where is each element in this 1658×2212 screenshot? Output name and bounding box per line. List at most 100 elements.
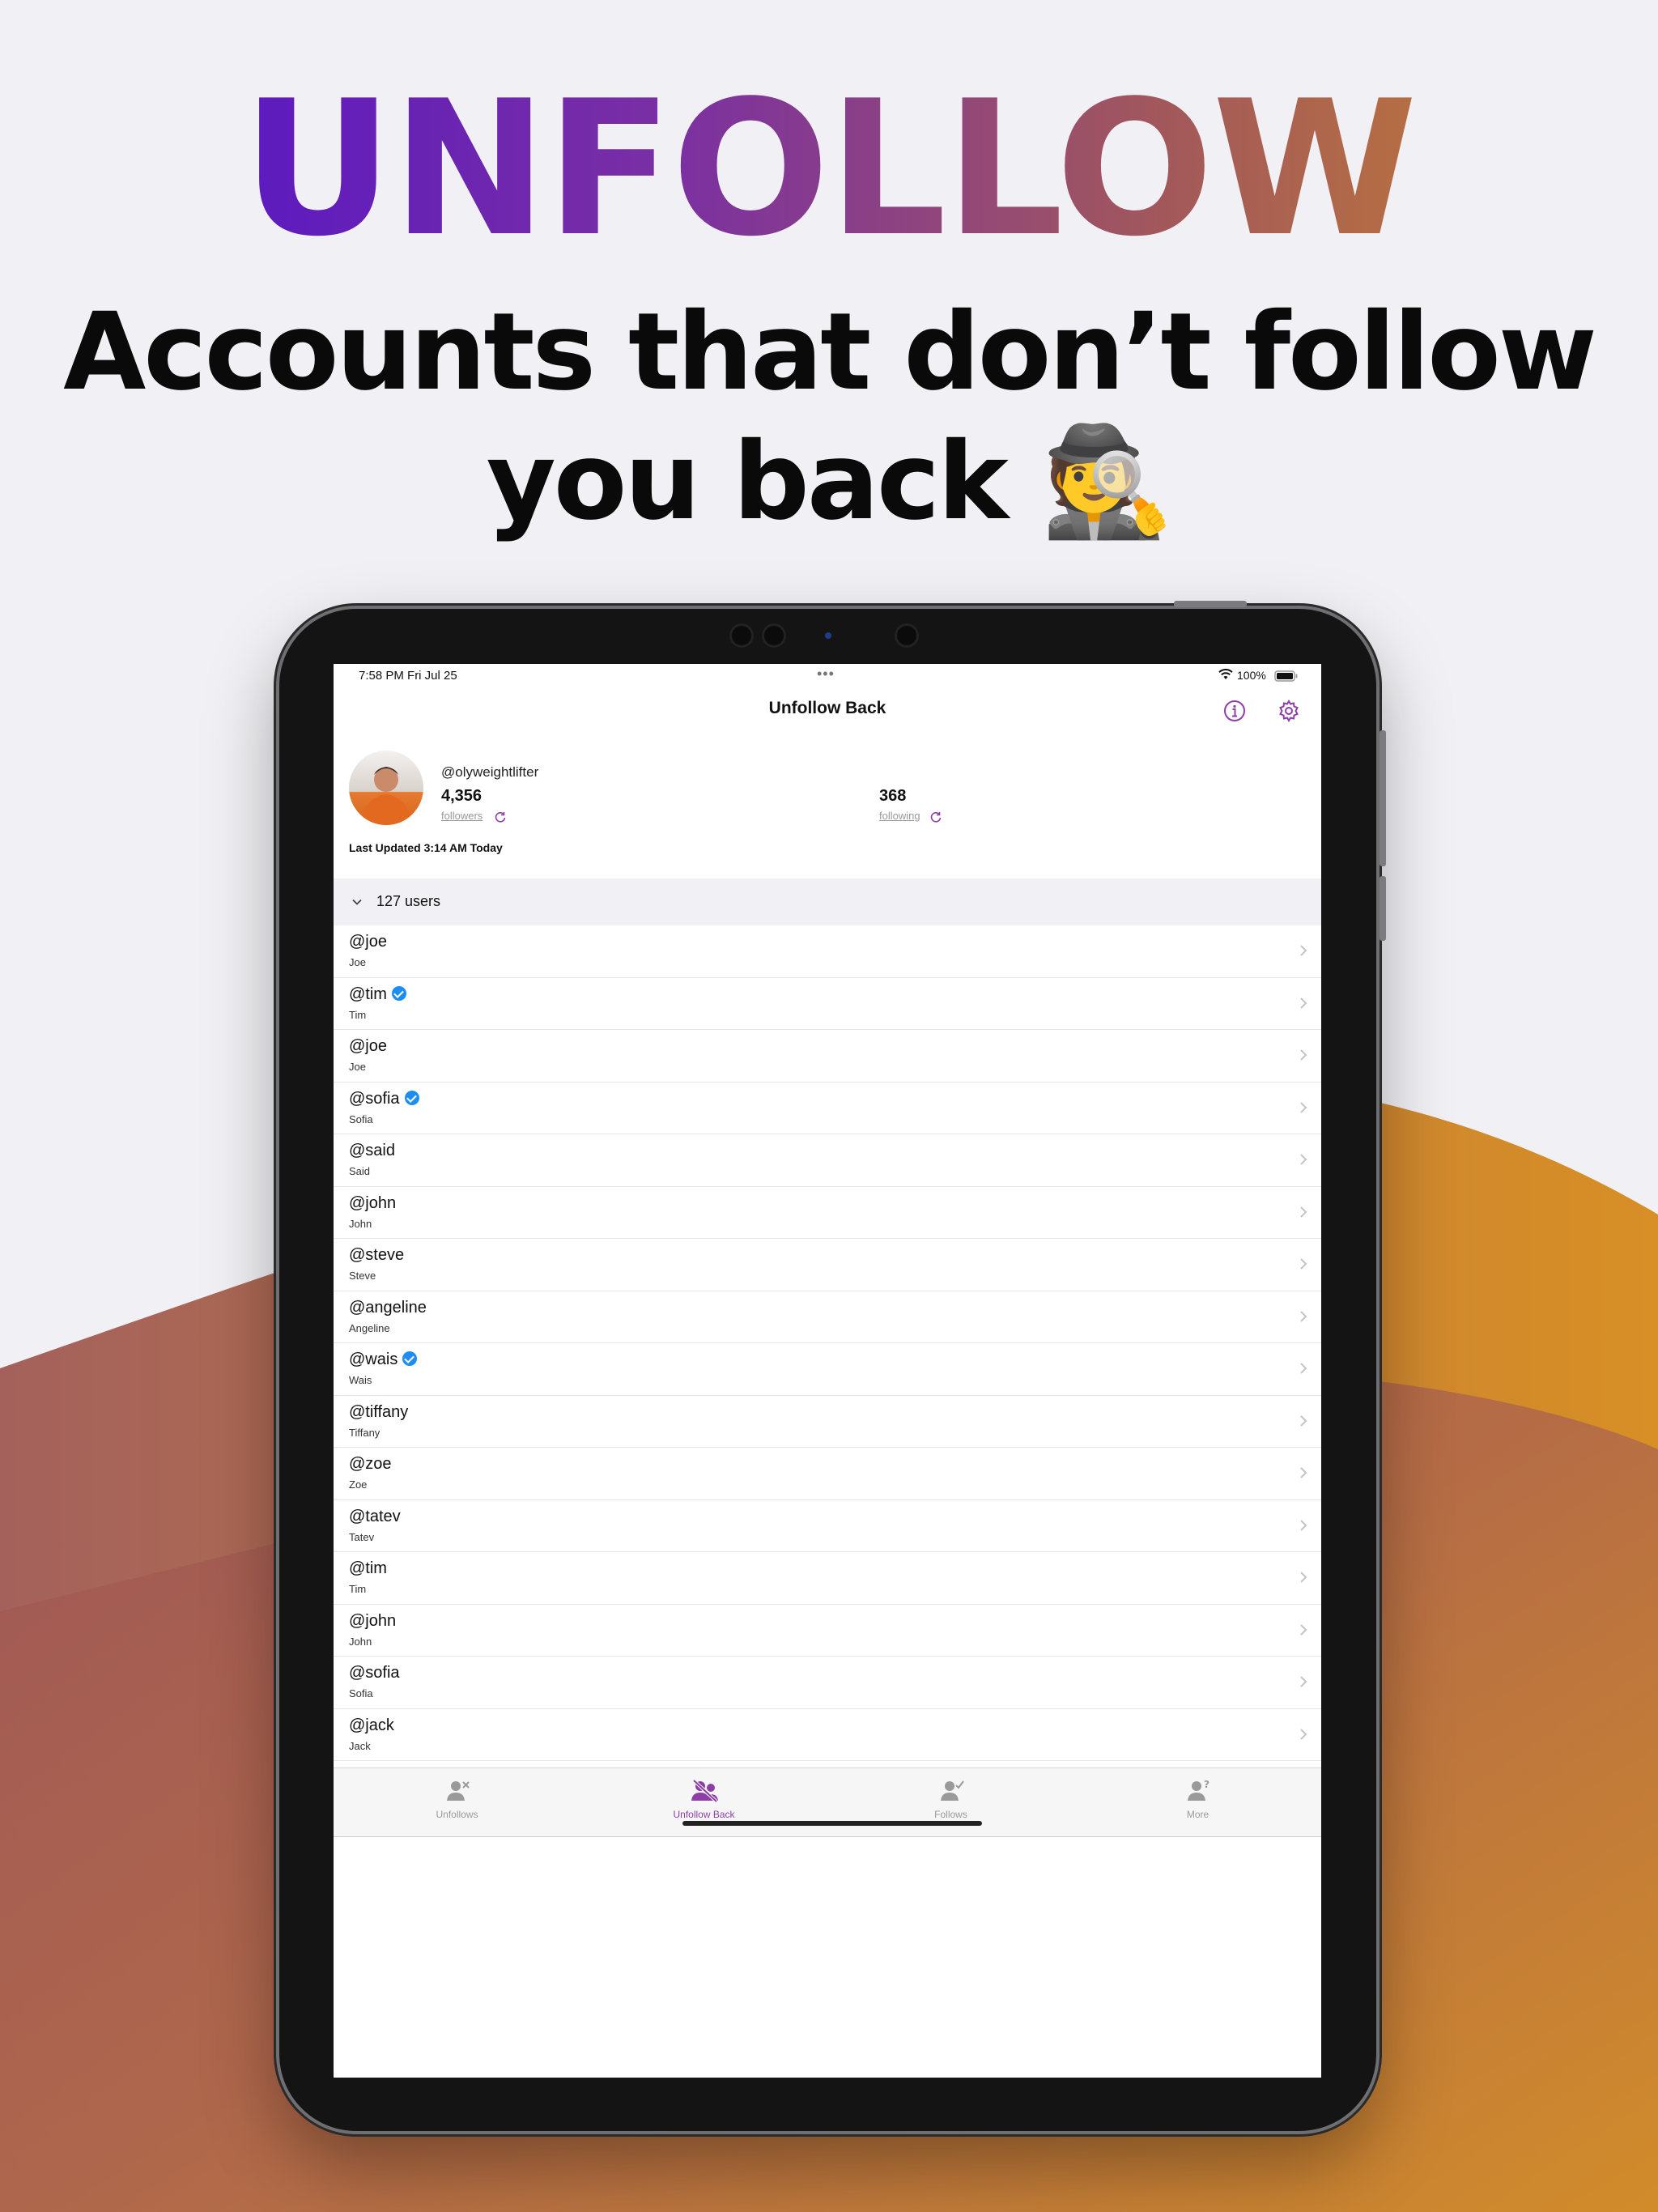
user-handle: @tiffany — [349, 1403, 408, 1422]
tab-unfollows[interactable]: Unfollows — [334, 1768, 580, 1836]
user-display-name: Said — [349, 1165, 371, 1177]
headline-subtitle-line2: you back 🕵️ — [486, 419, 1175, 544]
chevron-right-icon — [1300, 1676, 1307, 1687]
list-item[interactable]: @joe Joe — [334, 925, 1321, 978]
user-handle: @jack — [349, 1716, 394, 1735]
volume-down-button — [1380, 876, 1386, 941]
tab-label: Unfollows — [436, 1809, 478, 1820]
user-handle-text: @joe — [349, 933, 387, 951]
tab-follows[interactable]: Follows — [827, 1768, 1074, 1836]
user-display-name: Joe — [349, 1061, 366, 1073]
user-handle-text: @tim — [349, 1559, 387, 1577]
user-handle: @john — [349, 1612, 396, 1631]
tab-unfollow-back[interactable]: Unfollow Back — [580, 1768, 827, 1836]
refresh-icon[interactable] — [494, 810, 507, 823]
user-handle-text: @zoe — [349, 1455, 392, 1473]
tab-label: Unfollow Back — [673, 1809, 735, 1820]
user-list[interactable]: @joe Joe @tim Tim @joe Joe @sofia Sofia … — [334, 925, 1321, 1767]
list-item[interactable]: @sofia Sofia — [334, 1657, 1321, 1709]
chevron-right-icon — [1300, 997, 1307, 1009]
followers-link[interactable]: followers — [441, 810, 483, 822]
user-display-name: John — [349, 1217, 372, 1230]
user-handle-text: @steve — [349, 1246, 405, 1264]
user-handle: @joe — [349, 1037, 387, 1056]
user-display-name: Tiffany — [349, 1426, 380, 1439]
following-link[interactable]: following — [879, 810, 920, 822]
user-display-name: Steve — [349, 1270, 376, 1282]
user-handle-text: @tiffany — [349, 1402, 409, 1421]
last-updated: Last Updated 3:14 AM Today — [349, 841, 503, 854]
user-display-name: Tim — [349, 1583, 367, 1595]
user-handle: @wais — [349, 1351, 418, 1369]
list-item[interactable]: @sofia Sofia — [334, 1083, 1321, 1134]
home-indicator[interactable] — [682, 1821, 982, 1826]
user-display-name: John — [349, 1635, 372, 1648]
gear-icon[interactable] — [1277, 699, 1301, 723]
chevron-right-icon — [1300, 1467, 1307, 1478]
list-item[interactable]: @tim Tim — [334, 978, 1321, 1030]
list-item[interactable]: @john John — [334, 1187, 1321, 1239]
tab-more[interactable]: ? More — [1074, 1768, 1321, 1836]
status-time: 7:58 PM Fri Jul 25 — [359, 669, 457, 683]
chevron-right-icon — [1300, 1572, 1307, 1583]
user-display-name: Tim — [349, 1008, 367, 1021]
chevron-right-icon — [1300, 1414, 1307, 1427]
list-item[interactable]: @joe Joe — [334, 1030, 1321, 1083]
list-item[interactable]: @zoe Zoe — [334, 1448, 1321, 1500]
chevron-right-icon — [1300, 1728, 1307, 1740]
user-handle: @sofia — [349, 1664, 400, 1682]
user-handle-text: @john — [349, 1611, 397, 1630]
headline-subtitle: Accounts that don’t follow you back 🕵️ — [0, 287, 1658, 547]
following-count: 368 — [879, 787, 907, 805]
chevron-right-icon — [1300, 1519, 1307, 1531]
ipad-device: 7:58 PM Fri Jul 25 ••• 100% Unfollow Bac… — [279, 601, 1386, 2131]
person-check-icon — [941, 1780, 964, 1801]
user-handle-text: @sofia — [349, 1664, 400, 1682]
user-handle: @angeline — [349, 1299, 427, 1317]
camera-icon — [825, 632, 831, 639]
user-count: 127 users — [376, 893, 441, 909]
info-icon[interactable] — [1222, 699, 1247, 723]
user-handle-text: @jack — [349, 1716, 394, 1734]
profile-username: @olyweightlifter — [441, 764, 539, 780]
list-item[interactable]: @tim Tim — [334, 1552, 1321, 1605]
list-item[interactable]: @said Said — [334, 1134, 1321, 1187]
user-display-name: Wais — [349, 1374, 372, 1386]
chevron-right-icon — [1300, 945, 1307, 956]
chevron-right-icon — [1300, 1363, 1307, 1374]
list-item[interactable]: @tiffany Tiffany — [334, 1396, 1321, 1448]
list-item[interactable]: @wais Wais — [334, 1343, 1321, 1396]
chevron-right-icon — [1300, 1310, 1307, 1322]
user-handle-text: @said — [349, 1142, 395, 1159]
list-item[interactable]: @teddy Teddy — [334, 1761, 1321, 1767]
user-handle: @sofia — [349, 1090, 419, 1108]
list-item[interactable]: @angeline Angeline — [334, 1291, 1321, 1343]
user-handle-text: @tatev — [349, 1507, 401, 1525]
chevron-right-icon — [1300, 1206, 1307, 1218]
user-handle: @said — [349, 1142, 395, 1160]
list-item[interactable]: @steve Steve — [334, 1239, 1321, 1291]
user-display-name: Angeline — [349, 1321, 390, 1334]
chevron-right-icon — [1300, 1101, 1307, 1113]
chevron-down-icon — [352, 899, 362, 905]
top-button — [1174, 601, 1247, 607]
list-item[interactable]: @jack Jack — [334, 1709, 1321, 1761]
refresh-icon[interactable] — [929, 810, 942, 823]
battery-icon — [1274, 670, 1298, 682]
user-handle-text: @john — [349, 1193, 397, 1212]
list-item[interactable]: @tatev Tatev — [334, 1500, 1321, 1552]
volume-up-button — [1380, 802, 1386, 866]
multitasking-dots[interactable]: ••• — [817, 666, 835, 683]
tab-label: Follows — [934, 1809, 967, 1820]
user-display-name: Sofia — [349, 1687, 373, 1699]
followers-count: 4,356 — [441, 787, 483, 805]
user-handle-text: @joe — [349, 1037, 387, 1055]
app-screen: 7:58 PM Fri Jul 25 ••• 100% Unfollow Bac… — [334, 664, 1321, 2078]
headline-title: UNFOLLOW — [0, 77, 1658, 263]
person-x-icon — [447, 1781, 470, 1801]
list-item[interactable]: @john John — [334, 1605, 1321, 1657]
user-handle: @tim — [349, 1559, 387, 1578]
verified-badge-icon — [391, 985, 406, 1001]
section-header[interactable]: 127 users — [334, 878, 1321, 925]
user-handle: @zoe — [349, 1455, 392, 1474]
